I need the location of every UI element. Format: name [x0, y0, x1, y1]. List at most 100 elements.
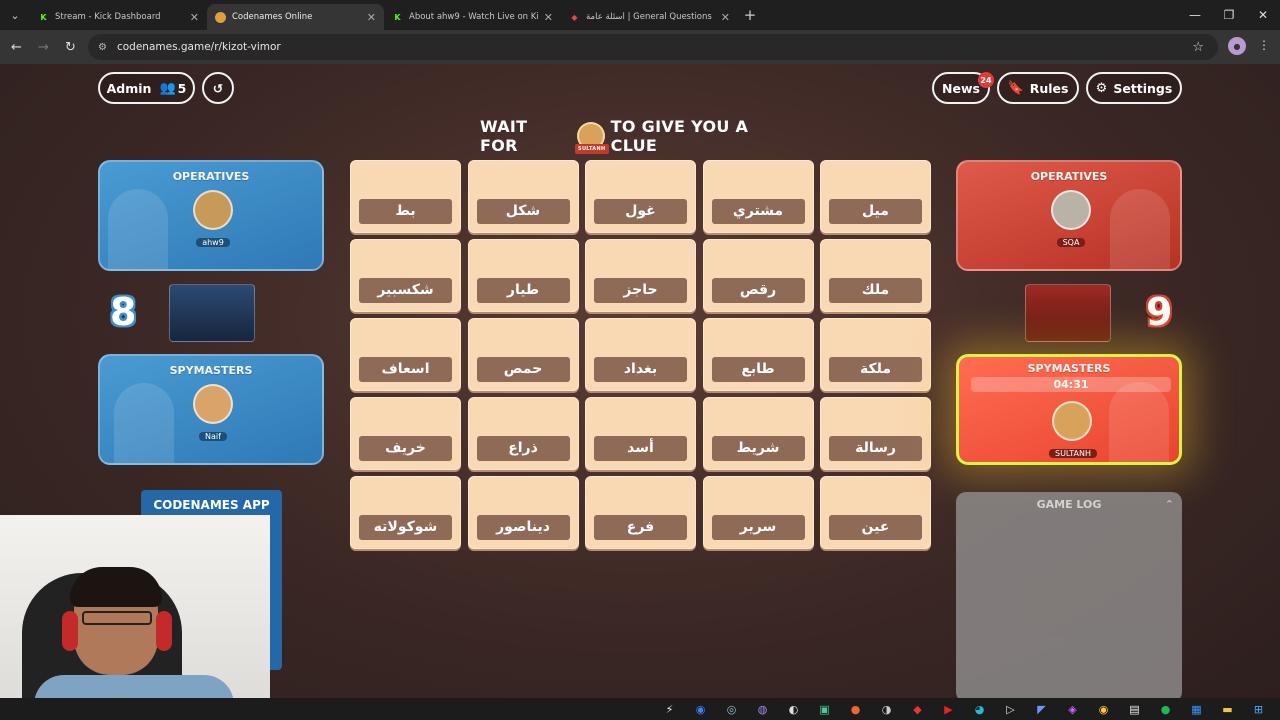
word-card[interactable]: طابع [702, 318, 814, 391]
app-icon[interactable]: ▣ [809, 703, 840, 716]
agent-illustration [114, 383, 174, 463]
app-icon[interactable]: ◤ [1026, 703, 1057, 716]
word-card[interactable]: بط [350, 160, 461, 233]
word-card[interactable]: خريف [350, 397, 461, 470]
jawla-icon: ◆ [571, 12, 578, 22]
word-card[interactable]: حاجز [585, 239, 696, 312]
app-icon[interactable]: ▤ [1119, 703, 1150, 716]
word-label: غول [594, 199, 687, 224]
word-card[interactable]: رسالة [820, 397, 931, 470]
tab-title: Stream - Kick Dashboard [55, 12, 161, 22]
word-card[interactable]: ملكة [820, 318, 931, 391]
word-card[interactable]: سرير [702, 476, 814, 549]
tab-title: Codenames Online [232, 12, 313, 22]
kick-icon: K [40, 12, 47, 22]
app-icon[interactable]: ◍ [747, 703, 778, 716]
edge-icon[interactable]: ◕ [964, 703, 995, 716]
panel-heading: SPYMASTERS [1027, 362, 1111, 375]
word-label: ذراع [476, 436, 570, 461]
minimize-icon[interactable]: — [1178, 0, 1212, 30]
app-icon[interactable]: ◆ [902, 703, 933, 716]
word-card[interactable]: حمص [467, 318, 579, 391]
tab-kick-about[interactable]: K About ahw9 - Watch Live on Kick ✕ [384, 4, 561, 30]
clue-avatar: SULTANH [574, 122, 609, 154]
close-icon[interactable]: ✕ [367, 11, 376, 24]
windows-icon[interactable]: ⊞ [1243, 703, 1274, 716]
word-card[interactable]: شكسبير [350, 239, 461, 312]
app-icon[interactable]: ▦ [1181, 703, 1212, 716]
new-tab-button[interactable]: + [738, 6, 762, 24]
player-naif[interactable]: Naif [190, 384, 236, 443]
word-card[interactable]: ميل [820, 160, 931, 233]
youtube-icon[interactable]: ▶ [933, 703, 964, 716]
bookmark-star-icon[interactable]: ☆ [1192, 40, 1204, 55]
window-controls: — ❐ ✕ [1178, 0, 1280, 30]
word-card[interactable]: ذراع [467, 397, 579, 470]
admin-button[interactable]: Admin 👥 5 [98, 72, 195, 104]
tab-search-icon[interactable]: ⌄ [0, 0, 30, 30]
menu-kebab-icon[interactable]: ⋮ [1258, 38, 1270, 52]
restore-icon[interactable]: ❐ [1212, 0, 1246, 30]
word-card[interactable]: أسد [585, 397, 696, 470]
tab-codenames[interactable]: Codenames Online ✕ [207, 4, 384, 30]
app-icon[interactable]: ▷ [995, 703, 1026, 716]
forward-icon[interactable]: → [30, 40, 57, 55]
word-card[interactable]: رقص [702, 239, 814, 312]
close-icon[interactable]: ✕ [721, 11, 730, 24]
url-field[interactable]: ⚙ codenames.game/r/kizot-vimor ☆ [88, 34, 1218, 60]
close-window-icon[interactable]: ✕ [1246, 0, 1280, 30]
clue-banner: WAIT FOR SULTANH TO GIVE YOU A CLUE [480, 117, 800, 155]
word-card[interactable]: شريط [702, 397, 814, 470]
tab-title: About ahw9 - Watch Live on Kick [409, 12, 538, 22]
reset-icon: ↺ [212, 80, 224, 96]
obs-icon[interactable]: ◐ [778, 703, 809, 716]
profile-avatar[interactable]: ● [1228, 37, 1246, 55]
word-card[interactable]: بغداد [585, 318, 696, 391]
word-card[interactable]: مشتري [702, 160, 814, 233]
word-card[interactable]: شوكولاته [350, 476, 461, 549]
word-label: اسعاف [359, 357, 452, 382]
panel-heading: SPYMASTERS [169, 364, 253, 377]
steam-icon[interactable]: ◎ [716, 703, 747, 716]
tab-kick-dashboard[interactable]: K Stream - Kick Dashboard ✕ [30, 4, 207, 30]
app-icon[interactable]: ● [840, 703, 871, 716]
site-info-icon[interactable]: ⚙ [98, 42, 107, 53]
tab-general-questions[interactable]: ◆ أسئلة عامة | General Questions - جولة ✕ [561, 4, 738, 30]
folder-icon[interactable]: ▬ [1212, 703, 1243, 716]
word-card[interactable]: فرع [585, 476, 696, 549]
streamer-glasses [82, 611, 152, 625]
player-ahw9[interactable]: ahw9 [190, 190, 236, 249]
chrome-icon[interactable]: ◉ [1088, 703, 1119, 716]
app-icon[interactable]: ◑ [871, 703, 902, 716]
red-agent-card [1025, 284, 1111, 342]
word-card[interactable]: ملك [820, 239, 931, 312]
word-card[interactable]: عين [820, 476, 931, 549]
app-icon[interactable]: ◉ [685, 703, 716, 716]
back-icon[interactable]: ← [3, 40, 30, 55]
spotify-icon[interactable]: ● [1150, 703, 1181, 716]
app-ad-title: CODENAMES APP [153, 498, 270, 512]
player-sultanh[interactable]: SULTANH [1049, 401, 1098, 460]
settings-button[interactable]: ⚙ Settings [1086, 72, 1182, 104]
close-icon[interactable]: ✕ [544, 11, 553, 24]
close-icon[interactable]: ✕ [190, 11, 199, 24]
agent-illustration [1110, 189, 1170, 269]
copilot-icon[interactable]: ◈ [1057, 703, 1088, 716]
reload-icon[interactable]: ↻ [57, 40, 84, 55]
word-card[interactable]: شكل [467, 160, 579, 233]
chevron-up-icon[interactable]: ⌃ [1165, 498, 1174, 511]
word-card[interactable]: غول [585, 160, 696, 233]
word-card[interactable]: ديناصور [467, 476, 579, 549]
word-label: مشتري [711, 199, 805, 224]
reset-button[interactable]: ↺ [202, 72, 234, 104]
word-label: خريف [359, 436, 452, 461]
word-label: بغداد [594, 357, 687, 382]
url-text: codenames.game/r/kizot-vimor [116, 41, 281, 53]
word-card[interactable]: طيار [467, 239, 579, 312]
lightning-icon[interactable]: ⚡ [654, 703, 685, 716]
panel-heading: OPERATIVES [172, 170, 250, 183]
player-sqa[interactable]: SQA [1048, 190, 1094, 249]
rules-button[interactable]: 🔖 Rules [997, 72, 1079, 104]
word-card[interactable]: اسعاف [350, 318, 461, 391]
clue-prefix: WAIT FOR [480, 117, 528, 155]
